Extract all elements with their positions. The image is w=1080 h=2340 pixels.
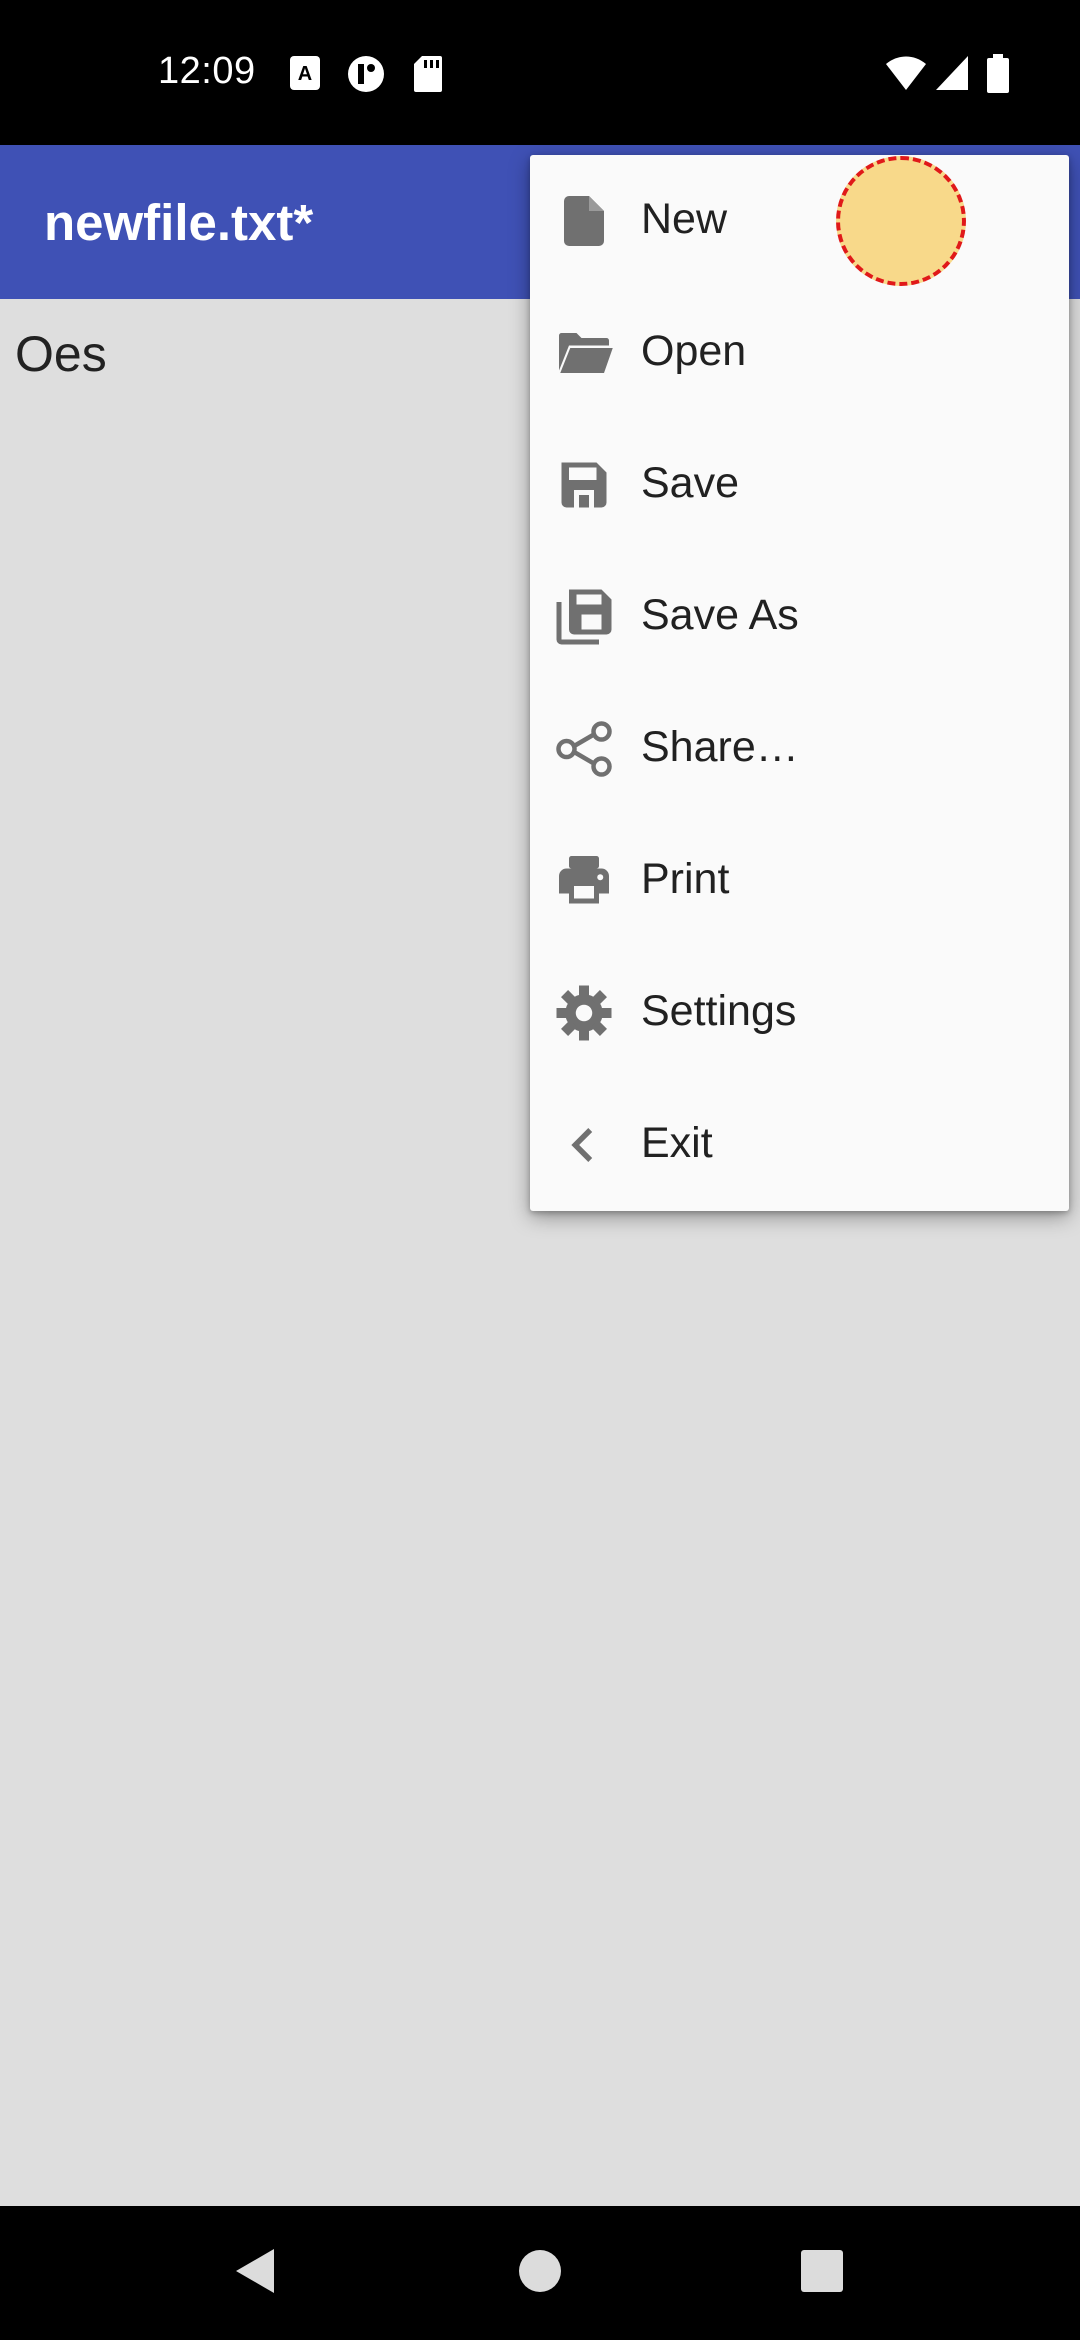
translate-icon: A xyxy=(290,56,320,90)
home-icon[interactable] xyxy=(516,2245,564,2297)
menu-item-label: Save xyxy=(641,459,740,507)
app-notification-icon xyxy=(348,56,384,92)
menu-item-share[interactable]: Share… xyxy=(530,683,1069,815)
menu-item-save[interactable]: Save xyxy=(530,419,1069,551)
menu-item-label: Save As xyxy=(641,591,799,639)
touch-indicator xyxy=(836,156,966,286)
menu-item-label: Exit xyxy=(641,1119,713,1167)
menu-item-open[interactable]: Open xyxy=(530,287,1069,419)
folder-open-icon xyxy=(559,333,613,373)
chevron-left-icon xyxy=(571,1128,593,1162)
wifi-icon xyxy=(886,56,926,90)
menu-item-label: Open xyxy=(641,327,747,375)
menu-item-label: New xyxy=(641,195,728,243)
menu-item-new[interactable]: New xyxy=(530,155,1069,287)
gear-icon xyxy=(556,985,612,1041)
status-bar: 12:09 A xyxy=(0,0,1080,145)
share-icon xyxy=(556,721,612,777)
navigation-bar xyxy=(0,2206,1080,2340)
sd-card-icon xyxy=(414,56,442,92)
recents-icon[interactable] xyxy=(799,2245,845,2297)
back-icon[interactable] xyxy=(232,2245,278,2297)
menu-item-label: Share… xyxy=(641,723,799,771)
cell-signal-icon xyxy=(936,56,968,90)
menu-item-exit[interactable]: Exit xyxy=(530,1079,1069,1211)
svg-text:A: A xyxy=(298,63,312,85)
editor-content[interactable]: Oes xyxy=(15,325,107,383)
save-as-icon xyxy=(556,589,612,645)
status-time: 12:09 xyxy=(158,50,256,92)
new-file-icon xyxy=(564,196,604,246)
document-title: newfile.txt* xyxy=(44,194,314,251)
menu-item-print[interactable]: Print xyxy=(530,815,1069,947)
menu-item-label: Settings xyxy=(641,987,797,1035)
menu-item-settings[interactable]: Settings xyxy=(530,947,1069,1079)
print-icon xyxy=(559,856,609,904)
menu-item-save-as[interactable]: Save As xyxy=(530,551,1069,683)
battery-icon xyxy=(987,54,1009,93)
save-icon xyxy=(561,462,607,508)
overflow-menu: New Open Save Save As Share… Print Setti… xyxy=(530,155,1069,1211)
menu-item-label: Print xyxy=(641,855,730,903)
